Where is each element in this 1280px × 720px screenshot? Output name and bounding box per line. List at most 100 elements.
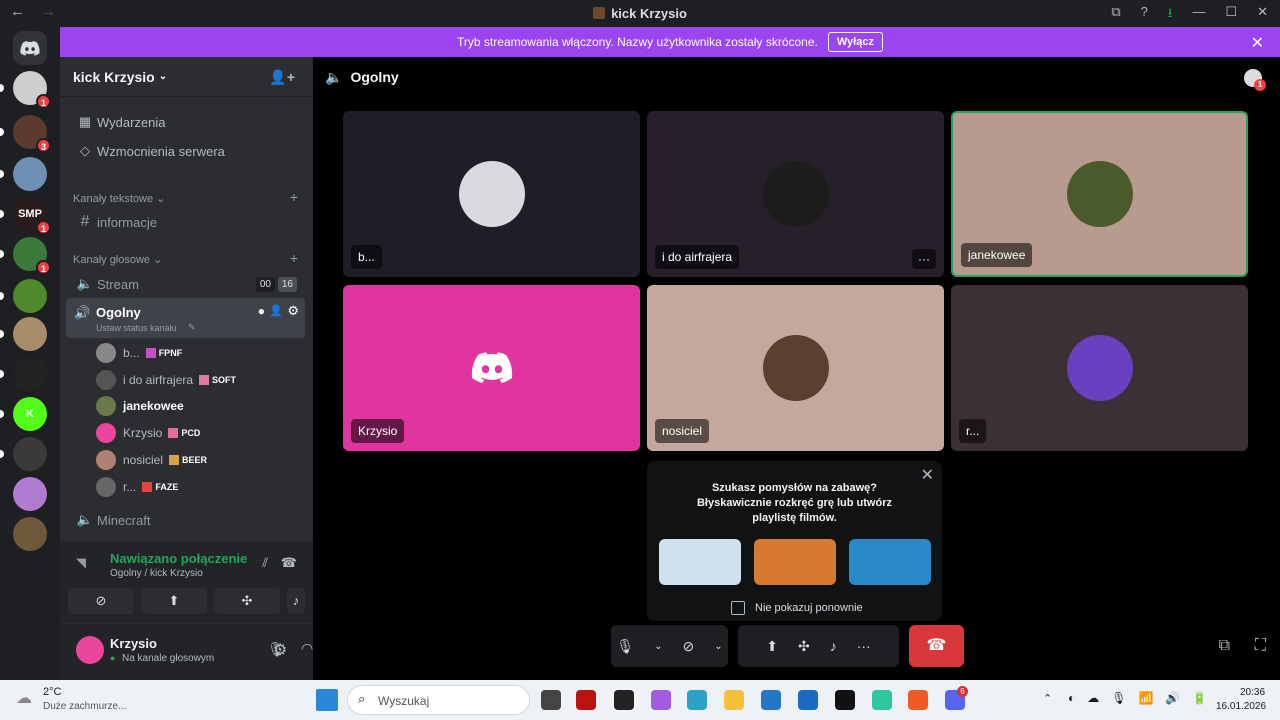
edge-icon[interactable]: [687, 690, 707, 710]
voice-member[interactable]: nosiciel BEER: [96, 448, 207, 472]
clock-time[interactable]: 20:36: [1240, 687, 1265, 698]
brave-icon[interactable]: [908, 690, 928, 710]
participant-tile[interactable]: r...: [951, 285, 1248, 451]
activities-icon[interactable]: ✣: [798, 638, 810, 655]
clock-date[interactable]: 16.01.2026: [1216, 701, 1266, 712]
add-member-icon[interactable]: 👤+: [269, 69, 295, 86]
disconnect-icon[interactable]: ☎: [281, 555, 297, 571]
server-icon[interactable]: SMP 1: [13, 197, 51, 235]
windows-start-icon[interactable]: [316, 689, 338, 711]
disable-streamer-button[interactable]: Wyłącz: [827, 32, 883, 52]
channel-status-label[interactable]: Ustaw status kanału: [96, 323, 177, 333]
noise-suppression-icon[interactable]: ⫽: [262, 555, 268, 571]
chat-icon[interactable]: ●: [258, 304, 265, 318]
server-icon[interactable]: 1: [13, 71, 51, 109]
microphone-icon[interactable]: 🎙: [616, 638, 634, 655]
tray-icons[interactable]: ◐☁🎙📶🔊🔋: [1068, 691, 1219, 705]
task-view-icon[interactable]: [541, 690, 561, 710]
participant-tile[interactable]: i do airfrajera ···: [647, 111, 944, 277]
popout-icon[interactable]: ⧉: [1219, 637, 1230, 655]
more-icon[interactable]: ···: [857, 638, 871, 654]
title-bar: ← → kick Krzysio ⧉ ? ⭳ — ☐ ✕: [0, 0, 1280, 27]
guild-header[interactable]: kick Krzysio ⌄ 👤+: [60, 57, 313, 97]
minimize-button[interactable]: —: [1192, 4, 1205, 26]
boosts-link[interactable]: ◇ Wzmocnienia serwera: [68, 137, 305, 165]
end-call-button[interactable]: ☎: [909, 625, 964, 667]
channel-informacje[interactable]: # informacje: [68, 208, 305, 236]
voice-member[interactable]: Krzysio PCD: [96, 421, 200, 445]
game-card[interactable]: [659, 539, 741, 585]
voice-category[interactable]: Kanały głosowe ⌄ +: [73, 250, 298, 266]
voice-member[interactable]: r... FAZE: [96, 475, 178, 499]
fullscreen-icon[interactable]: ⛶: [1255, 637, 1266, 655]
server-icon[interactable]: [13, 357, 47, 391]
server-icon[interactable]: 1: [13, 237, 51, 275]
server-icon[interactable]: K: [13, 397, 47, 431]
tiktok-icon[interactable]: [835, 690, 855, 710]
screen-share-icon[interactable]: ⬆: [766, 638, 778, 655]
member-tag: FPNF: [145, 348, 182, 358]
download-icon[interactable]: ⭳: [1168, 4, 1173, 26]
participant-tile[interactable]: nosiciel: [647, 285, 944, 451]
server-icon[interactable]: [13, 517, 47, 551]
notification-badge: 1: [36, 220, 51, 235]
server-icon[interactable]: 3: [13, 115, 51, 153]
channel-minecraft[interactable]: 🔈 Minecraft: [68, 506, 305, 534]
dont-show-checkbox[interactable]: Nie pokazuj ponownie: [731, 601, 863, 615]
voice-member[interactable]: i do airfrajera SOFT: [96, 368, 236, 392]
server-icon[interactable]: [13, 279, 47, 313]
add-voice-channel-icon[interactable]: +: [290, 250, 298, 266]
voice-member[interactable]: b... FPNF: [96, 341, 182, 365]
user-settings-gear-icon[interactable]: ⚙: [273, 640, 287, 660]
copilot-icon[interactable]: [651, 690, 671, 710]
voice-location[interactable]: Ogolny / kick Krzysio: [110, 568, 203, 579]
server-icon[interactable]: [13, 157, 47, 191]
tray-chevron-icon[interactable]: ⌃: [1043, 692, 1052, 705]
soundboard-icon[interactable]: ♪: [830, 638, 837, 654]
banner-close-icon[interactable]: ✕: [1251, 33, 1264, 53]
avatar[interactable]: [76, 636, 104, 664]
headphones-icon[interactable]: ◠: [301, 640, 313, 657]
more-options-button[interactable]: ···: [912, 249, 936, 269]
server-icon[interactable]: [13, 477, 47, 511]
text-category[interactable]: Kanały tekstowe ⌄ +: [73, 189, 298, 205]
channel-ogolny[interactable]: 🔊 Ogolny Ustaw status kanału ✎ ● 👤 ⚙: [66, 298, 305, 338]
game-card[interactable]: [754, 539, 836, 585]
settings-icon[interactable]: ⚙: [287, 303, 299, 319]
server-icon[interactable]: [13, 317, 47, 351]
camera-chevron-icon[interactable]: ⌄: [714, 641, 722, 652]
speaker-icon: 🔈: [76, 512, 94, 527]
soundboard-button[interactable]: ♪: [287, 588, 305, 614]
app-icon[interactable]: [576, 690, 596, 710]
popup-close-icon[interactable]: ✕: [921, 465, 934, 485]
activities-button[interactable]: ✣: [214, 588, 280, 614]
search-input[interactable]: ⌕ Wyszukaj: [347, 685, 530, 715]
app-icon[interactable]: [872, 690, 892, 710]
maximize-button[interactable]: ☐: [1225, 4, 1237, 26]
channel-stream[interactable]: 🔈 Stream 00 16: [68, 270, 305, 298]
discord-home-button[interactable]: [13, 31, 47, 65]
app-icon[interactable]: [614, 690, 634, 710]
add-channel-icon[interactable]: +: [290, 189, 298, 205]
help-icon[interactable]: ?: [1141, 4, 1148, 26]
store-icon[interactable]: [761, 690, 781, 710]
checkbox-box[interactable]: [731, 601, 745, 615]
screen-share-icon[interactable]: ⧉: [1111, 4, 1120, 26]
participant-tile[interactable]: b...: [343, 111, 640, 277]
member-tag: BEER: [169, 454, 207, 465]
folder-icon[interactable]: [724, 690, 744, 710]
camera-off-button[interactable]: ⊘: [68, 588, 134, 614]
screen-share-button[interactable]: ⬆: [141, 588, 207, 614]
voice-member[interactable]: janekowee: [96, 394, 184, 418]
events-link[interactable]: ▦ Wydarzenia: [68, 108, 305, 136]
mic-chevron-icon[interactable]: ⌄: [654, 641, 662, 652]
close-window-button[interactable]: ✕: [1257, 4, 1268, 26]
camera-off-icon[interactable]: ⊘: [683, 638, 695, 655]
invite-icon[interactable]: 👤: [269, 304, 283, 317]
game-card[interactable]: [849, 539, 931, 585]
server-icon[interactable]: [13, 437, 47, 471]
outlook-icon[interactable]: [798, 690, 818, 710]
participant-tile[interactable]: Krzysio: [343, 285, 640, 451]
weather-icon[interactable]: ☁: [16, 688, 32, 708]
participant-tile[interactable]: janekowee: [951, 111, 1248, 277]
